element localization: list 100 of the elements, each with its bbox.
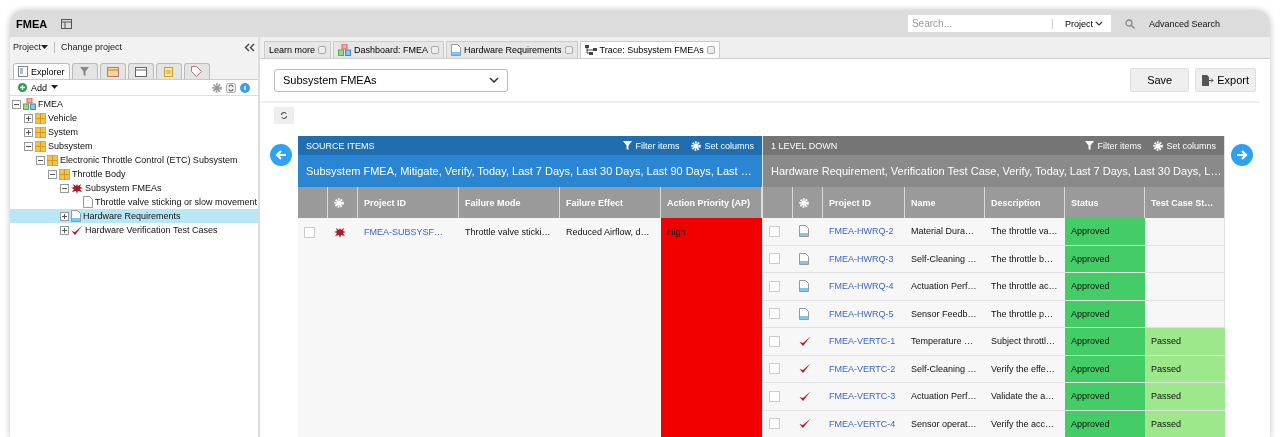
add-button[interactable]: Add	[18, 82, 58, 93]
tag-icon	[191, 66, 202, 77]
document-tab[interactable]: Trace: Subsystem FMEAs	[579, 41, 720, 58]
tree-item[interactable]: Subsystem FMEAs	[10, 181, 258, 195]
tree-item[interactable]: Vehicle	[10, 111, 258, 125]
item-id-link[interactable]: FMEA-VERTC-4	[829, 418, 896, 429]
sidebar-tab[interactable]	[99, 63, 126, 79]
row-checkbox[interactable]	[304, 227, 315, 238]
row-checkbox[interactable]	[769, 335, 780, 347]
sidebar-tab[interactable]	[183, 63, 210, 79]
collapse-icon[interactable]	[60, 183, 69, 193]
sidebar-tab[interactable]: Explorer	[13, 63, 70, 79]
save-button[interactable]: Save	[1130, 68, 1190, 92]
people-icon	[338, 44, 352, 56]
document-tab[interactable]: Learn more	[264, 41, 332, 58]
tree-item[interactable]: Subsystem	[10, 139, 258, 153]
filter-button[interactable]: Filter items	[1085, 140, 1142, 151]
project-menu[interactable]: Project	[13, 42, 48, 52]
change-project-link[interactable]: Change project	[61, 42, 123, 52]
row-checkbox[interactable]	[769, 418, 780, 430]
document-icon	[799, 252, 809, 265]
status-cell: Approved	[1065, 245, 1145, 273]
sidebar-tab[interactable]	[127, 63, 154, 79]
search-icon[interactable]	[1124, 18, 1135, 29]
calendar-icon	[106, 66, 119, 77]
sidebar-tab[interactable]	[71, 63, 98, 79]
chevron-down-icon	[1094, 21, 1103, 26]
item-id-link[interactable]: FMEA-SUBSYSF…	[364, 227, 443, 237]
collapse-icon[interactable]	[24, 141, 33, 151]
item-id-link[interactable]: FMEA-HWRQ-4	[829, 281, 894, 292]
settings-icon	[212, 82, 222, 93]
tree-item[interactable]: Hardware Requirements	[10, 209, 258, 223]
document-icon	[799, 225, 809, 238]
export-button[interactable]: Export	[1195, 68, 1256, 92]
refresh-button[interactable]	[274, 107, 294, 124]
settings-icon	[334, 197, 344, 208]
collapse-sidebar-icon[interactable]	[244, 42, 255, 52]
plus-circle-icon	[18, 83, 27, 92]
item-id-link[interactable]: FMEA-VERTC-3	[829, 391, 896, 402]
filter-button[interactable]: Filter items	[623, 140, 680, 151]
row-checkbox[interactable]	[769, 363, 780, 375]
set-columns-button[interactable]: Set columns	[691, 140, 754, 151]
row-checkbox[interactable]	[769, 280, 780, 292]
tree-item[interactable]: Electronic Throttle Control (ETC) Subsystem	[10, 153, 258, 167]
close-icon[interactable]	[706, 46, 715, 54]
tree-item[interactable]: System	[10, 125, 258, 139]
view-dropdown[interactable]: Subsystem FMEAs	[274, 68, 508, 92]
row-checkbox[interactable]	[769, 253, 780, 265]
priority-cell: High	[661, 218, 762, 437]
bug-icon	[71, 182, 83, 194]
status-cell: Approved	[1065, 355, 1145, 383]
set-columns-button[interactable]: Set columns	[1153, 140, 1216, 151]
item-id-link[interactable]: FMEA-HWRQ-3	[829, 253, 894, 264]
scope-dropdown[interactable]: Project	[1051, 18, 1107, 29]
collapse-icon[interactable]	[12, 99, 21, 109]
result-cell: Passed	[1145, 410, 1225, 437]
tree-item[interactable]: FMEA	[10, 97, 258, 111]
filter-icon	[623, 141, 633, 150]
search-field[interactable]: Search... Project	[907, 15, 1111, 32]
panel-title: SOURCE ITEMS	[306, 140, 375, 151]
sync-icon[interactable]	[226, 82, 236, 93]
row-checkbox[interactable]	[769, 308, 780, 320]
table-cell: Sensor Feedb…	[905, 300, 985, 328]
expand-icon[interactable]	[60, 211, 69, 221]
tree-item[interactable]: Hardware Verification Test Cases	[10, 223, 258, 237]
row-checkbox[interactable]	[769, 390, 780, 402]
collapse-icon[interactable]	[36, 155, 45, 165]
table-cell: Actuation Perf…	[905, 383, 985, 411]
item-id-link[interactable]: FMEA-HWRQ-2	[829, 226, 894, 237]
close-icon[interactable]	[318, 46, 327, 54]
expand-icon[interactable]	[60, 225, 69, 235]
item-id-link[interactable]: FMEA-HWRQ-5	[829, 308, 894, 319]
collapse-icon[interactable]	[48, 169, 57, 179]
close-icon[interactable]	[431, 46, 440, 54]
expand-icon[interactable]	[24, 113, 33, 123]
result-cell: Passed	[1145, 328, 1225, 356]
expand-icon[interactable]	[24, 127, 33, 137]
settings-icon	[691, 140, 702, 151]
tree-item[interactable]: Throttle valve sticking or slow movement	[10, 195, 258, 209]
list-icon	[18, 66, 28, 77]
hierarchy-icon	[584, 45, 597, 55]
previous-level-button[interactable]	[270, 144, 292, 166]
document-tab[interactable]: Dashboard: FMEA	[333, 41, 445, 58]
checkmark-icon	[799, 363, 811, 375]
app-title: FMEA	[16, 17, 48, 30]
close-icon[interactable]	[564, 46, 573, 54]
help-icon[interactable]	[240, 82, 250, 93]
document-tab[interactable]: Hardware Requirements	[446, 41, 578, 58]
item-id-link[interactable]: FMEA-VERTC-2	[829, 363, 896, 374]
next-level-button[interactable]	[1231, 144, 1253, 166]
folder-icon	[35, 112, 46, 124]
folder-icon	[35, 140, 46, 152]
status-cell: Approved	[1065, 273, 1145, 301]
row-checkbox[interactable]	[769, 225, 780, 237]
item-id-link[interactable]: FMEA-VERTC-1	[829, 336, 896, 347]
tree-item[interactable]: Throttle Body	[10, 167, 258, 181]
advanced-search-link[interactable]: Advanced Search	[1148, 18, 1220, 29]
table-cell: Material Dura…	[905, 218, 985, 246]
result-cell: Passed	[1145, 383, 1225, 411]
panel-icon[interactable]	[61, 18, 73, 29]
